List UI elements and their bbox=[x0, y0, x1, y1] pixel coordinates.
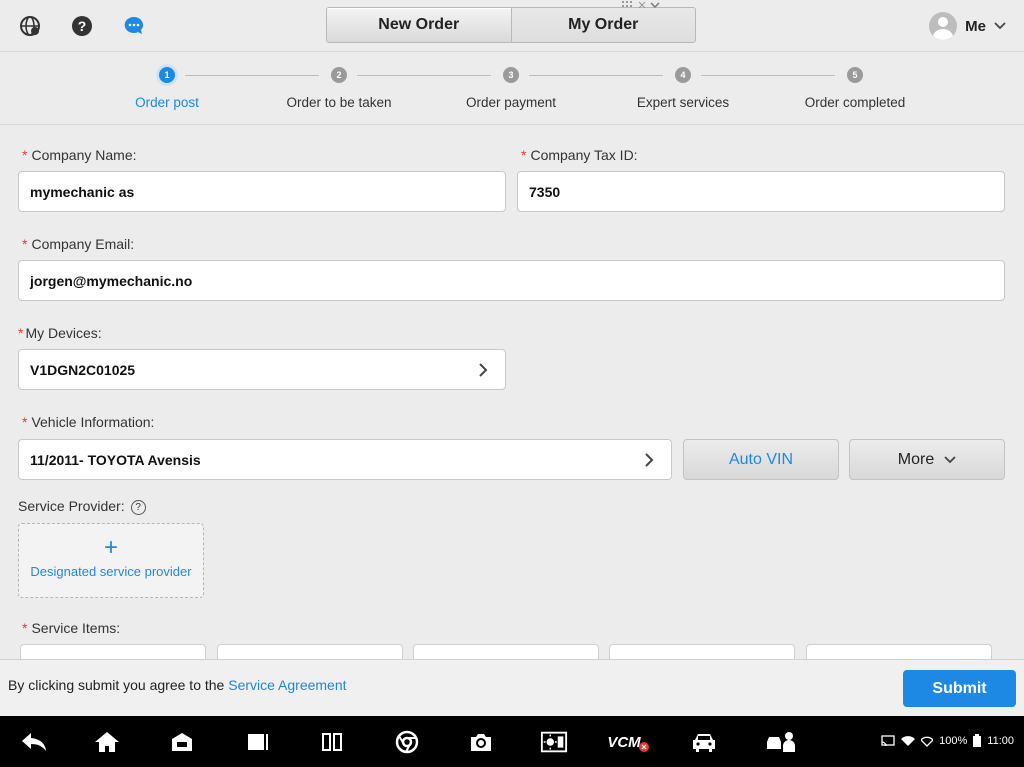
chevron-right-icon bbox=[645, 453, 654, 467]
step-order-post: 1 Order post bbox=[87, 67, 247, 110]
auto-vin-button[interactable]: Auto VIN bbox=[683, 439, 839, 480]
submit-button[interactable]: Submit bbox=[903, 670, 1016, 707]
service-provider-label: Service Provider:? bbox=[18, 498, 146, 515]
tab-my-order[interactable]: My Order bbox=[511, 8, 695, 42]
company-name-label-text: Company Name: bbox=[31, 147, 137, 163]
home-icon[interactable] bbox=[93, 729, 121, 755]
avatar bbox=[929, 12, 958, 40]
step-label: Order payment bbox=[465, 95, 557, 110]
vcm-icon[interactable]: VCM bbox=[606, 729, 650, 755]
company-tax-id-value: 7350 bbox=[529, 183, 561, 200]
chevron-down-icon bbox=[944, 455, 956, 463]
user-menu[interactable]: Me bbox=[929, 11, 1006, 41]
chevron-right-icon bbox=[479, 363, 488, 377]
user-name: Me bbox=[965, 17, 986, 35]
vehicle-info-value: 11/2011- TOYOTA Avensis bbox=[30, 451, 201, 468]
designated-provider-text: Designated service provider bbox=[30, 564, 192, 579]
chat-icon[interactable] bbox=[122, 14, 146, 38]
clock-time: 11:00 bbox=[987, 734, 1014, 747]
split-screen-icon[interactable] bbox=[318, 729, 346, 755]
service-agreement-link[interactable]: Service Agreement bbox=[228, 677, 346, 693]
chevron-down-icon bbox=[994, 22, 1006, 30]
company-name-value: mymechanic as bbox=[30, 183, 135, 200]
step-label: Order to be taken bbox=[286, 95, 392, 110]
my-devices-label-text: My Devices: bbox=[25, 325, 102, 341]
service-provider-label-text: Service Provider: bbox=[18, 498, 125, 514]
my-devices-label: * My Devices: bbox=[18, 325, 102, 341]
company-tax-id-field[interactable]: 7350 bbox=[517, 171, 1005, 212]
status-indicators: 100% 11:00 bbox=[881, 734, 1014, 747]
step-number: 4 bbox=[675, 67, 691, 83]
browser-icon[interactable] bbox=[393, 729, 421, 755]
top-bar: ? New Order My Order Me bbox=[0, 0, 1024, 52]
mechanic-icon[interactable] bbox=[764, 729, 798, 755]
agreement-text: By clicking submit you agree to the Serv… bbox=[8, 677, 347, 693]
vehicle-diagnostics-icon[interactable] bbox=[168, 729, 196, 755]
step-expert-services: 4 Expert services bbox=[603, 67, 763, 110]
window-handle-icon[interactable] bbox=[622, 0, 664, 10]
company-name-field[interactable]: mymechanic as bbox=[18, 171, 506, 212]
cast-icon bbox=[881, 734, 895, 746]
required-mark: * bbox=[22, 236, 28, 252]
company-email-field[interactable]: jorgen@mymechanic.no bbox=[18, 260, 1005, 301]
my-devices-selector[interactable]: V1DGN2C01025 bbox=[18, 349, 506, 390]
wifi-icon bbox=[901, 735, 916, 746]
step-order-completed: 5 Order completed bbox=[775, 67, 935, 110]
designated-service-provider-button[interactable]: + Designated service provider bbox=[18, 523, 204, 598]
company-tax-id-label-text: Company Tax ID: bbox=[530, 147, 638, 163]
recent-apps-icon[interactable] bbox=[244, 729, 272, 755]
service-items-label: * Service Items: bbox=[22, 620, 120, 636]
order-stepper: 1 Order post 2 Order to be taken 3 Order… bbox=[0, 53, 1024, 125]
submit-bar: By clicking submit you agree to the Serv… bbox=[0, 659, 1024, 716]
step-order-to-be-taken: 2 Order to be taken bbox=[259, 67, 419, 110]
order-tabs: New Order My Order bbox=[326, 7, 696, 43]
required-mark: * bbox=[521, 147, 527, 163]
step-label: Expert services bbox=[636, 95, 730, 110]
required-mark: * bbox=[22, 414, 28, 430]
help-icon[interactable]: ? bbox=[70, 14, 94, 38]
company-email-label: * Company Email: bbox=[22, 236, 134, 252]
my-devices-value: V1DGN2C01025 bbox=[30, 361, 136, 378]
required-mark: * bbox=[22, 147, 28, 163]
step-label: Order post bbox=[135, 95, 199, 110]
system-nav-bar: VCM 100% 11:00 bbox=[0, 716, 1024, 767]
help-icon[interactable]: ? bbox=[130, 499, 146, 515]
step-number: 5 bbox=[847, 67, 863, 83]
vehicle-info-selector[interactable]: 11/2011- TOYOTA Avensis bbox=[18, 439, 672, 480]
car-icon[interactable] bbox=[690, 729, 718, 755]
back-icon[interactable] bbox=[20, 729, 48, 755]
auto-vin-label: Auto VIN bbox=[728, 450, 794, 468]
company-name-label: * Company Name: bbox=[22, 147, 137, 163]
company-email-value: jorgen@mymechanic.no bbox=[30, 272, 193, 289]
vcm-label: VCM bbox=[607, 733, 641, 751]
vehicle-info-label: * Vehicle Information: bbox=[22, 414, 154, 430]
step-number: 1 bbox=[159, 67, 175, 83]
required-mark: * bbox=[18, 325, 24, 341]
more-label: More bbox=[897, 450, 935, 468]
signal-icon bbox=[921, 736, 934, 747]
agree-text: By clicking submit you agree to the bbox=[8, 677, 225, 693]
company-tax-id-label: * Company Tax ID: bbox=[521, 147, 638, 163]
step-order-payment: 3 Order payment bbox=[431, 67, 591, 110]
screen-brightness-icon[interactable] bbox=[540, 729, 568, 755]
tab-new-order[interactable]: New Order bbox=[327, 8, 512, 42]
battery-percent: 100% bbox=[939, 734, 968, 747]
step-number: 2 bbox=[331, 67, 347, 83]
battery-icon bbox=[973, 734, 982, 747]
vehicle-info-label-text: Vehicle Information: bbox=[31, 414, 155, 430]
plus-icon: + bbox=[103, 534, 118, 561]
globe-icon[interactable] bbox=[18, 14, 42, 38]
step-label: Order completed bbox=[804, 95, 906, 110]
service-items-label-text: Service Items: bbox=[31, 620, 121, 636]
step-number: 3 bbox=[503, 67, 519, 83]
company-email-label-text: Company Email: bbox=[31, 236, 135, 252]
required-mark: * bbox=[22, 620, 28, 636]
camera-icon[interactable] bbox=[467, 729, 495, 755]
svg-text:?: ? bbox=[78, 18, 87, 34]
more-button[interactable]: More bbox=[849, 439, 1005, 480]
